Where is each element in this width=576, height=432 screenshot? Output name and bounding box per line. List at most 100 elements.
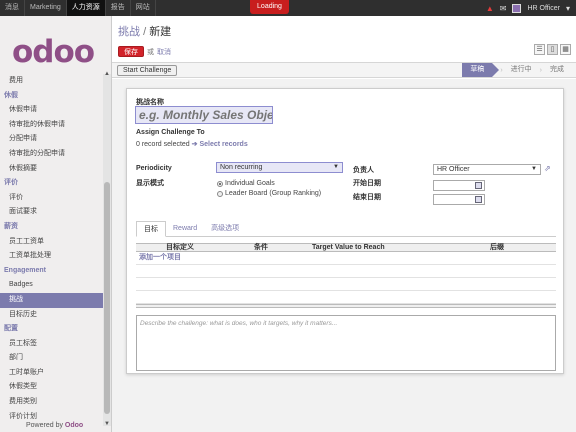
sidebar-item-goals-history[interactable]: 目标历史 <box>0 308 103 323</box>
table-row <box>136 291 556 304</box>
list-view-icon[interactable]: ☰ <box>534 44 545 55</box>
avatar[interactable] <box>512 3 522 13</box>
sidebar-item-allocations-to-approve[interactable]: 待审批的分配申请 <box>0 147 103 162</box>
sidebar-item-payslip-batches[interactable]: 工资单批处理 <box>0 249 103 264</box>
topbar-right: ▲ ✉ HR Officer ▾ <box>486 0 570 16</box>
radio-checked-icon[interactable] <box>217 180 223 187</box>
form-tabs: 目标 Reward 高级选项 <box>136 221 556 237</box>
periodicity-select[interactable]: Non recurring ▼ <box>216 162 343 173</box>
warning-icon[interactable]: ▲ <box>486 4 494 13</box>
scroll-down-icon[interactable]: ▼ <box>104 421 110 427</box>
sidebar-section-configuration: 配置 <box>4 325 18 333</box>
select-records-label: Select records <box>199 141 248 148</box>
powered-by-text: Powered by <box>26 422 63 429</box>
powered-by-brand[interactable]: Odoo <box>65 422 83 429</box>
stage-pipeline: 草稿 › 进行中 › 完成 <box>462 63 572 77</box>
breadcrumb-separator: / <box>143 26 147 38</box>
sidebar-section-engagement: Engagement <box>4 266 47 274</box>
top-menu-reporting[interactable]: 报告 <box>106 0 131 16</box>
select-records-link[interactable]: ➔ Select records <box>192 141 248 148</box>
add-item-link[interactable]: 添加一个项目 <box>136 254 181 261</box>
chevron-down-icon: ▼ <box>333 164 339 170</box>
breadcrumb-challenges[interactable]: 挑战 <box>118 26 140 38</box>
loading-indicator: Loading <box>250 0 289 14</box>
goals-table: 目标定义 条件 Target Value to Reach 后缀 添加一个项目 <box>136 243 556 308</box>
top-menu-messaging[interactable]: 消息 <box>0 0 25 16</box>
or-text: 或 <box>147 48 154 56</box>
column-target-value[interactable]: Target Value to Reach <box>312 244 385 252</box>
table-row <box>136 278 556 291</box>
radio-leader-board[interactable]: Leader Board (Group Ranking) <box>217 190 321 197</box>
sidebar-item-badges[interactable]: Badges <box>0 278 103 293</box>
sidebar-item-leaves-summary[interactable]: 休假摘要 <box>0 162 103 177</box>
stage-in-progress[interactable]: 进行中 <box>503 63 540 77</box>
form-sheet: 挑战名称 Assign Challenge To 0 record select… <box>126 88 564 374</box>
chat-icon[interactable]: ✉ <box>500 4 507 13</box>
odoo-logo[interactable]: odoo <box>12 34 95 70</box>
column-suffix[interactable]: 后缀 <box>490 244 504 252</box>
top-menu-hr[interactable]: 人力资源 <box>66 0 106 16</box>
sidebar-item-expenses[interactable]: 费用 <box>0 74 103 89</box>
breadcrumb-current: 新建 <box>149 26 172 38</box>
kanban-view-icon[interactable]: ▦ <box>560 44 571 55</box>
column-condition[interactable]: 条件 <box>254 244 268 252</box>
top-menu-marketing[interactable]: Marketing <box>25 0 67 16</box>
breadcrumb: 挑战 / 新建 <box>118 23 171 39</box>
end-date-field[interactable] <box>433 194 485 205</box>
manager-label: 负责人 <box>353 167 374 174</box>
sidebar-item-interview-requests[interactable]: 面试要求 <box>0 205 103 220</box>
tab-advanced-options[interactable]: 高级选项 <box>204 221 246 237</box>
sidebar-item-challenges[interactable]: 挑战 <box>0 292 103 308</box>
description-textarea[interactable]: Describe the challenge: what is does, wh… <box>136 315 556 371</box>
sidebar-menu: 费用 休假 休假申请 待审批的休假申请 分配申请 待审批的分配申请 休假摘要 评… <box>0 74 103 424</box>
top-menu-website[interactable]: 网站 <box>131 0 156 16</box>
sidebar-section-appraisal: 评价 <box>4 179 18 187</box>
top-navbar: 消息 Marketing 人力资源 报告 网站 Loading ▲ ✉ HR O… <box>0 0 576 16</box>
chevron-down-icon[interactable]: ▼ <box>531 165 537 174</box>
save-button[interactable]: 保存 <box>118 46 144 57</box>
sidebar-section-leaves: 休假 <box>4 91 18 99</box>
column-goal-definition[interactable]: 目标定义 <box>166 244 194 252</box>
powered-by: Powered by Odoo <box>26 422 83 429</box>
user-menu[interactable]: HR Officer <box>527 5 560 12</box>
end-date-label: 结束日期 <box>353 194 381 201</box>
record-count-text: 0 record selected <box>136 141 190 148</box>
start-date-field[interactable] <box>433 180 485 191</box>
start-challenge-button[interactable]: Start Challenge <box>117 65 178 76</box>
sidebar-item-departments[interactable]: 部门 <box>0 351 103 366</box>
sidebar-item-allocation-requests[interactable]: 分配申请 <box>0 132 103 147</box>
sidebar-section-payroll: 薪资 <box>4 222 18 230</box>
description-placeholder: Describe the challenge: what is does, wh… <box>140 320 338 327</box>
discard-link[interactable]: 取消 <box>157 47 171 57</box>
sidebar-item-employee-tags[interactable]: 员工标签 <box>0 337 103 352</box>
assign-to-label: Assign Challenge To <box>136 129 205 136</box>
sidebar: odoo 费用 休假 休假申请 待审批的休假申请 分配申请 待审批的分配申请 休… <box>0 16 112 432</box>
sidebar-item-leave-requests[interactable]: 休假申请 <box>0 103 103 118</box>
external-link-icon[interactable]: ⇗ <box>544 164 551 173</box>
scroll-up-icon[interactable]: ▲ <box>104 71 110 77</box>
display-mode-label: 显示模式 <box>136 180 164 187</box>
stage-done[interactable]: 完成 <box>542 63 572 77</box>
tab-reward[interactable]: Reward <box>166 221 204 237</box>
radio-individual-goals[interactable]: Individual Goals <box>217 180 275 187</box>
table-row <box>136 265 556 278</box>
sidebar-item-leave-types[interactable]: 休假类型 <box>0 380 103 395</box>
sidebar-item-expense-categories[interactable]: 费用类别 <box>0 395 103 410</box>
form-actions: 保存 或 取消 <box>118 46 171 57</box>
chevron-down-icon[interactable]: ▾ <box>566 4 570 13</box>
sidebar-item-timesheet-accounts[interactable]: 工时单账户 <box>0 366 103 381</box>
challenge-name-input[interactable] <box>135 106 273 124</box>
radio-unchecked-icon[interactable] <box>217 190 223 197</box>
sidebar-scrollbar-thumb[interactable] <box>104 182 110 414</box>
periodicity-value: Non recurring <box>220 164 263 171</box>
manager-field[interactable]: HR Officer ▼ <box>433 164 541 175</box>
calendar-icon[interactable] <box>475 182 482 189</box>
stage-draft[interactable]: 草稿 <box>462 63 500 77</box>
sidebar-item-payslips[interactable]: 员工工资单 <box>0 235 103 250</box>
form-view-icon[interactable]: ▯ <box>547 44 558 55</box>
calendar-icon[interactable] <box>475 196 482 203</box>
sidebar-scrollbar[interactable] <box>103 74 111 426</box>
sidebar-item-leaves-to-approve[interactable]: 待审批的休假申请 <box>0 118 103 133</box>
tab-goals[interactable]: 目标 <box>136 221 166 237</box>
sidebar-item-appraisal[interactable]: 评价 <box>0 191 103 206</box>
